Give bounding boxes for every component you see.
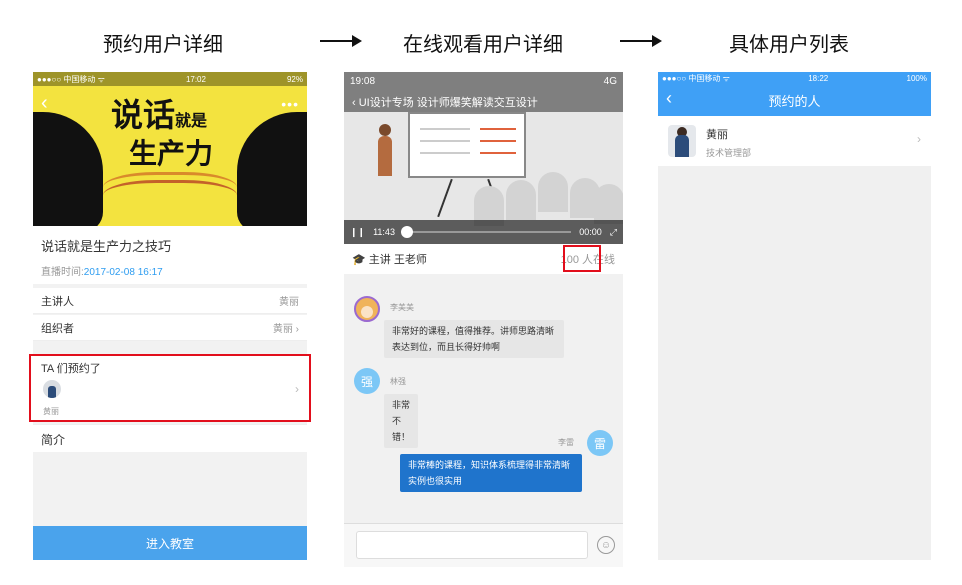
current-time: 11:43 bbox=[373, 227, 395, 237]
status-bar: ●●●○○ 中国移动 ᯤ 17:02 92% bbox=[33, 72, 307, 86]
sender-name: 林强 bbox=[390, 377, 406, 386]
back-icon[interactable]: ‹ bbox=[41, 92, 48, 115]
user-department: 技术管理部 bbox=[706, 148, 752, 158]
highlight-box-booked bbox=[29, 354, 311, 422]
avatar bbox=[354, 296, 380, 322]
intro-section: 简介 bbox=[33, 424, 307, 452]
chevron-right-icon: › bbox=[917, 132, 921, 146]
whiteboard-illustration bbox=[408, 112, 526, 178]
caption-online-detail: 在线观看用户详细 bbox=[403, 34, 563, 56]
nav-bar: ‹ 预约的人 bbox=[658, 84, 931, 116]
header: ●●●○○ 中国移动 ᯤ 18:22 100% ‹ 预约的人 bbox=[658, 72, 931, 116]
caption-booking-detail: 预约用户详细 bbox=[103, 34, 223, 56]
total-time: 00:00 bbox=[579, 227, 602, 237]
cover-title-line1: 说话就是 bbox=[111, 97, 208, 133]
carrier-label: ●●●○○ 中国移动 ᯤ bbox=[37, 74, 105, 84]
flow-arrow-2 bbox=[620, 35, 662, 47]
back-icon[interactable]: ‹ bbox=[666, 88, 672, 109]
phone-booking-detail: 说话就是 生产力 ●●●○○ 中国移动 ᯤ 17:02 92% ‹ ••• 说话… bbox=[33, 72, 307, 560]
message-bubble: 非常好的课程，值得推荐。讲师思路清晰表达到位，而且长得好帅啊 bbox=[384, 320, 564, 358]
row-organizer[interactable]: 组织者 黄丽 › bbox=[33, 315, 307, 341]
signal-label: 4G bbox=[603, 75, 617, 87]
video-title-bar: ‹ UI设计专场 设计师爆笑解读交互设计 bbox=[344, 90, 623, 112]
silhouette-right bbox=[237, 112, 307, 226]
status-time: 19:08 bbox=[350, 75, 376, 87]
course-info: 说话就是生产力之技巧 直播时间:2017-02-08 16:17 bbox=[33, 226, 307, 284]
presenter-illustration bbox=[378, 124, 392, 176]
course-cover: 说话就是 生产力 ●●●○○ 中国移动 ᯤ 17:02 92% ‹ ••• bbox=[33, 72, 307, 226]
avatar: 雷 bbox=[587, 430, 613, 456]
page-title: 预约的人 bbox=[768, 93, 821, 109]
highlight-box-online bbox=[563, 245, 601, 272]
phone-user-list: ●●●○○ 中国移动 ᯤ 18:22 100% ‹ 预约的人 黄丽 技术管理部 … bbox=[658, 72, 931, 560]
live-time: 直播时间:2017-02-08 16:17 bbox=[41, 267, 163, 278]
lecturer-label: 🎓 主讲 王老师 bbox=[352, 254, 427, 266]
sender-name: 李雷 bbox=[558, 438, 574, 447]
course-title: 说话就是生产力之技巧 bbox=[41, 239, 172, 254]
pause-icon[interactable]: ❙❙ bbox=[350, 227, 365, 238]
status-time: 17:02 bbox=[185, 74, 206, 84]
sender-name: 李美美 bbox=[390, 303, 414, 312]
message-bubble: 非常不错！ bbox=[384, 394, 418, 448]
user-name: 黄丽 bbox=[706, 129, 728, 141]
more-icon[interactable]: ••• bbox=[281, 96, 299, 112]
chat-input-bar: ☺ bbox=[344, 523, 623, 567]
silhouette-left bbox=[33, 112, 103, 226]
enter-classroom-button[interactable]: 进入教室 bbox=[33, 526, 307, 560]
video-title: UI设计专场 设计师爆笑解读交互设计 bbox=[358, 97, 538, 109]
row-lecturer: 主讲人 黄丽 bbox=[33, 288, 307, 314]
battery-label: 92% bbox=[286, 74, 303, 84]
emoji-icon[interactable]: ☺ bbox=[597, 536, 615, 554]
phone-online-detail: 19:08 4G ‹ UI设计专场 设计师爆笑解读交互设计 ❙❙ 11:43 0… bbox=[344, 72, 623, 567]
avatar bbox=[668, 125, 696, 157]
status-bar: 19:08 4G bbox=[344, 72, 623, 90]
message-bubble: 非常棒的课程，知识体系梳理得非常清晰实例也很实用 bbox=[400, 454, 582, 492]
fullscreen-icon[interactable]: ⤢ bbox=[610, 227, 617, 238]
status-time: 18:22 bbox=[808, 73, 829, 83]
back-icon[interactable]: ‹ bbox=[352, 97, 359, 109]
caption-user-list: 具体用户列表 bbox=[729, 34, 849, 56]
chat-input[interactable] bbox=[356, 531, 588, 559]
cover-title-line2: 生产力 bbox=[129, 138, 214, 169]
video-player[interactable]: 19:08 4G ‹ UI设计专场 设计师爆笑解读交互设计 ❙❙ 11:43 0… bbox=[344, 72, 623, 244]
status-bar: ●●●○○ 中国移动 ᯤ 18:22 100% bbox=[658, 72, 931, 84]
cover-wave bbox=[103, 180, 237, 218]
battery-label: 100% bbox=[906, 73, 927, 83]
video-controls: ❙❙ 11:43 00:00 ⤢ bbox=[344, 220, 623, 244]
graduation-cap-icon: 🎓 bbox=[352, 254, 366, 266]
list-item[interactable]: 黄丽 技术管理部 › bbox=[658, 116, 931, 166]
progress-slider[interactable] bbox=[400, 226, 572, 238]
chevron-right-icon: › bbox=[295, 324, 299, 335]
carrier-label: ●●●○○ 中国移动 ᯤ bbox=[662, 73, 730, 83]
avatar: 强 bbox=[354, 368, 380, 394]
flow-arrow-1 bbox=[320, 35, 362, 47]
